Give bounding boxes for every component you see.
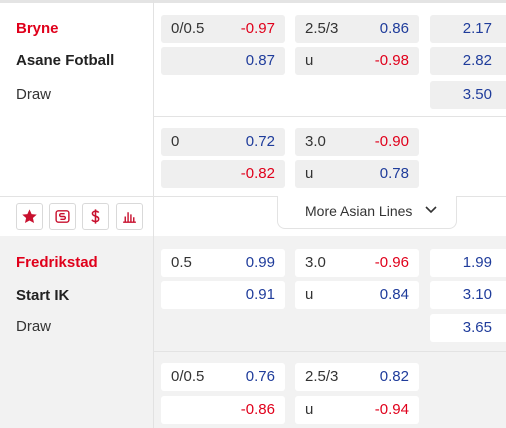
under-odds-cell[interactable]: u -0.94 [295, 396, 419, 424]
ah-away-odds: 0.91 [245, 286, 275, 303]
home-team-name[interactable]: Fredrikstad [16, 253, 98, 273]
ou-line: 3.0 [305, 133, 326, 150]
under-odds: 0.78 [379, 165, 409, 182]
ou-line: 3.0 [305, 254, 326, 271]
line-divider [153, 116, 506, 117]
ah-home-odds-cell[interactable]: 0 0.72 [161, 128, 285, 156]
over-odds: -0.90 [374, 133, 409, 150]
ah-line: 0/0.5 [171, 368, 205, 385]
1x2-home-cell[interactable]: 2.17 [430, 15, 506, 43]
1x2-away-odds: 3.10 [462, 286, 492, 303]
1x2-draw-odds: 3.65 [462, 319, 492, 336]
team-column-divider [153, 0, 154, 236]
under-odds-cell[interactable]: u -0.98 [295, 47, 419, 75]
1x2-away-cell[interactable]: 3.10 [430, 281, 506, 309]
match-row-2: Fredrikstad Start IK Draw 0.5 0.99 0.91 … [0, 236, 506, 428]
under-odds-cell[interactable]: u 0.84 [295, 281, 419, 309]
scoreboard-icon [55, 210, 70, 223]
under-label: u [305, 286, 314, 303]
1x2-draw-cell[interactable]: 3.65 [430, 314, 506, 342]
ah-line: 0.5 [171, 254, 192, 271]
over-odds-cell[interactable]: 2.5/3 0.86 [295, 15, 419, 43]
under-odds: 0.84 [379, 286, 409, 303]
away-team-name[interactable]: Start IK [16, 286, 69, 306]
top-border [0, 0, 506, 3]
1x2-draw-odds: 3.50 [462, 86, 492, 103]
ah-away-odds-cell[interactable]: 0.87 [161, 47, 285, 75]
ah-away-odds-cell[interactable]: -0.86 [161, 396, 285, 424]
ah-home-odds-cell[interactable]: 0/0.5 0.76 [161, 363, 285, 391]
favorite-button[interactable] [16, 203, 43, 230]
ah-away-odds: 0.87 [245, 52, 275, 69]
more-asian-lines-button[interactable]: More Asian Lines [277, 196, 457, 229]
home-team-name[interactable]: Bryne [16, 19, 59, 39]
chevron-down-icon [425, 206, 437, 214]
over-odds-cell[interactable]: 3.0 -0.96 [295, 249, 419, 277]
stats-icon [123, 212, 136, 223]
under-label: u [305, 165, 314, 182]
ah-home-odds: 0.99 [245, 254, 275, 271]
line-divider [153, 351, 506, 352]
draw-label: Draw [16, 86, 52, 103]
ah-line: 0/0.5 [171, 20, 205, 37]
over-odds: 0.86 [379, 20, 409, 37]
team-column-divider [153, 236, 154, 428]
draw-label: Draw [16, 318, 52, 335]
ah-home-odds: 0.76 [245, 368, 275, 385]
1x2-away-cell[interactable]: 2.82 [430, 47, 506, 75]
ah-away-odds: -0.82 [240, 165, 275, 182]
star-icon [22, 209, 37, 224]
match-row-1: Bryne Asane Fotball Draw 0/0.5 -0.97 0.8… [0, 0, 506, 236]
under-label: u [305, 52, 314, 69]
under-odds: -0.94 [374, 401, 409, 418]
ah-away-odds: -0.86 [240, 401, 275, 418]
over-odds: 0.82 [379, 368, 409, 385]
1x2-home-odds: 2.17 [462, 20, 492, 37]
over-odds-cell[interactable]: 3.0 -0.90 [295, 128, 419, 156]
1x2-home-odds: 1.99 [462, 254, 492, 271]
ah-home-odds-cell[interactable]: 0/0.5 -0.97 [161, 15, 285, 43]
ou-line: 2.5/3 [305, 368, 339, 385]
ah-home-odds: 0.72 [245, 133, 275, 150]
over-odds-cell[interactable]: 2.5/3 0.82 [295, 363, 419, 391]
ah-away-odds-cell[interactable]: -0.82 [161, 160, 285, 188]
1x2-draw-cell[interactable]: 3.50 [430, 81, 506, 109]
ou-line: 2.5/3 [305, 20, 339, 37]
over-odds: -0.96 [374, 254, 409, 271]
1x2-away-odds: 2.82 [462, 52, 492, 69]
odds-button[interactable] [82, 203, 109, 230]
under-odds-cell[interactable]: u 0.78 [295, 160, 419, 188]
ah-away-odds-cell[interactable]: 0.91 [161, 281, 285, 309]
dollar-icon [91, 209, 100, 224]
ah-line: 0 [171, 133, 180, 150]
ah-home-odds: -0.97 [240, 20, 275, 37]
more-asian-lines-label: More Asian Lines [305, 203, 413, 219]
live-score-button[interactable] [49, 203, 76, 230]
analysis-button[interactable] [116, 203, 143, 230]
1x2-home-cell[interactable]: 1.99 [430, 249, 506, 277]
under-odds: -0.98 [374, 52, 409, 69]
under-label: u [305, 401, 314, 418]
away-team-name[interactable]: Asane Fotball [16, 51, 114, 71]
ah-home-odds-cell[interactable]: 0.5 0.99 [161, 249, 285, 277]
